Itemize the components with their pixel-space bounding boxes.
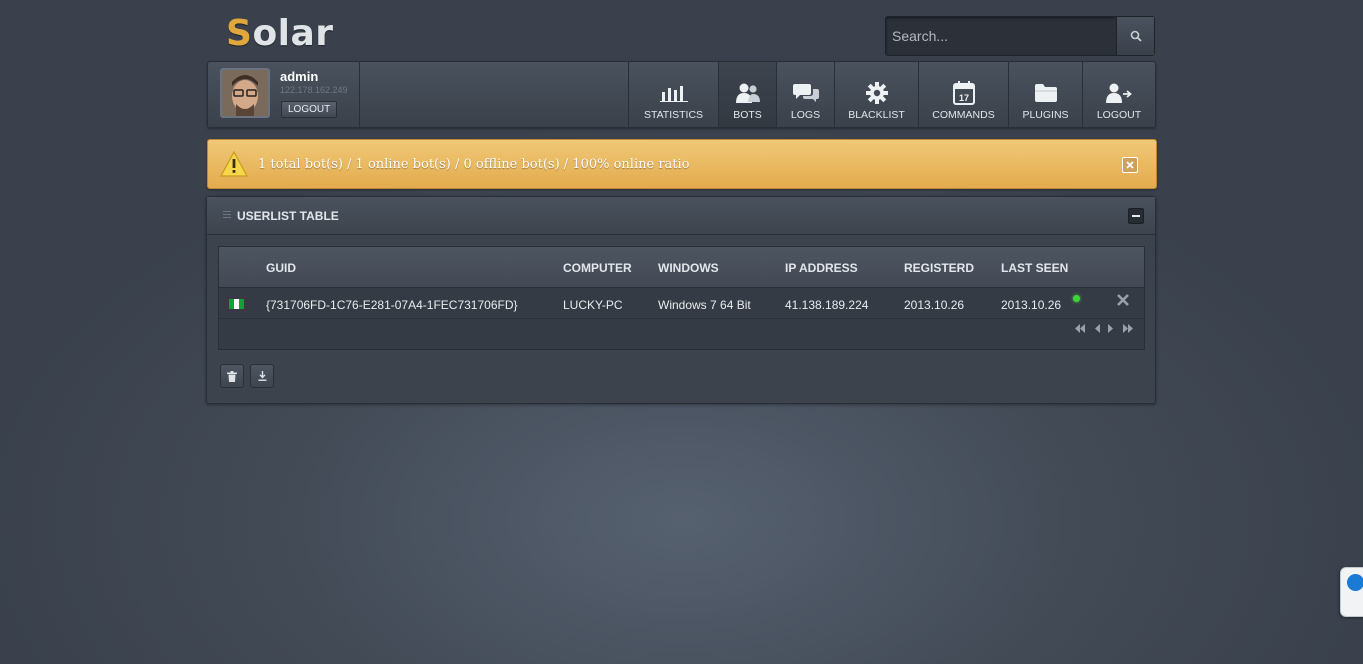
column-header-windows[interactable]: WINDOWS <box>658 261 719 275</box>
main-nav: STATISTICS BOTS LOGS BLACKLIST 17 COMMAN… <box>628 62 1155 127</box>
last-page-button[interactable] <box>1122 324 1134 333</box>
column-header-registered[interactable]: REGISTERD <box>904 261 974 275</box>
trash-icon <box>227 370 237 382</box>
users-icon <box>735 83 760 103</box>
cell-computer: LUCKY-PC <box>563 298 623 312</box>
user-logout-button[interactable]: LOGOUT <box>281 101 338 118</box>
avatar <box>220 68 270 118</box>
delete-row-icon[interactable] <box>1117 294 1129 306</box>
nav-label: BLACKLIST <box>848 109 905 121</box>
first-page-icon <box>1075 324 1085 333</box>
svg-text:17: 17 <box>958 93 968 103</box>
nav-label: BOTS <box>733 109 762 121</box>
pagination <box>1074 324 1134 333</box>
table-actions <box>220 364 274 388</box>
userlist-table: GUID COMPUTER WINDOWS IP ADDRESS REGISTE… <box>218 246 1145 350</box>
nav-label: LOGS <box>790 109 821 121</box>
alert-message: 1 total bot(s) / 1 online bot(s) / 0 off… <box>258 157 690 172</box>
cell-windows: Windows 7 64 Bit <box>658 298 751 312</box>
remote-support-widget[interactable] <box>1340 567 1363 617</box>
download-button[interactable] <box>250 364 274 388</box>
table-row[interactable]: {731706FD-1C76-E281-07A4-1FEC731706FD} L… <box>219 289 1144 319</box>
top-navigation-bar: admin 122.178.162.249 LOGOUT STATISTICS <box>207 61 1156 128</box>
alert-close-button[interactable] <box>1122 157 1138 173</box>
nav-label: PLUGINS <box>1022 109 1069 121</box>
nav-label: LOGOUT <box>1096 109 1142 121</box>
nav-label: STATISTICS <box>643 109 704 121</box>
nav-commands[interactable]: 17 COMMANDS <box>918 62 1008 127</box>
cell-last-seen: 2013.10.26 <box>1001 298 1062 312</box>
search-box <box>885 16 1155 56</box>
cell-registered: 2013.10.26 <box>904 298 965 312</box>
search-input[interactable] <box>886 17 1116 55</box>
delete-selected-button[interactable] <box>220 364 244 388</box>
search-icon <box>1130 30 1142 42</box>
nav-plugins[interactable]: PLUGINS <box>1008 62 1082 127</box>
panel-header: USERLIST TABLE <box>207 197 1155 235</box>
remote-support-icon <box>1347 574 1363 591</box>
user-name: admin <box>280 69 319 84</box>
gear-icon <box>865 82 888 104</box>
nav-label: COMMANDS <box>932 109 995 121</box>
user-ip: 122.178.162.249 <box>280 85 348 95</box>
search-button[interactable] <box>1116 17 1154 55</box>
userlist-panel: USERLIST TABLE GUID COMPUTER WINDOWS IP … <box>206 196 1156 404</box>
previous-page-icon <box>1095 324 1100 333</box>
chat-icon <box>792 84 819 102</box>
table-header: GUID COMPUTER WINDOWS IP ADDRESS REGISTE… <box>219 247 1144 288</box>
cell-ip-address: 41.138.189.224 <box>785 298 869 312</box>
warning-icon <box>220 151 248 177</box>
nav-statistics[interactable]: STATISTICS <box>628 62 718 127</box>
last-page-icon <box>1123 324 1133 333</box>
next-page-icon <box>1108 324 1113 333</box>
panel-title: USERLIST TABLE <box>237 209 339 223</box>
panel-collapse-button[interactable] <box>1128 208 1144 224</box>
close-icon <box>1126 161 1134 169</box>
column-header-ip-address[interactable]: IP ADDRESS <box>785 261 858 275</box>
status-alert: 1 total bot(s) / 1 online bot(s) / 0 off… <box>207 139 1157 189</box>
folder-icon <box>1034 84 1057 102</box>
bar-chart-icon <box>659 86 688 102</box>
user-logout-icon <box>1106 83 1132 103</box>
online-status-dot <box>1073 295 1080 302</box>
grip-icon <box>223 211 231 218</box>
calendar-icon: 17 <box>952 81 975 105</box>
previous-page-button[interactable] <box>1094 324 1100 333</box>
download-icon <box>258 371 266 381</box>
next-page-button[interactable] <box>1108 324 1114 333</box>
user-panel: admin 122.178.162.249 LOGOUT <box>208 62 360 127</box>
minus-icon <box>1132 215 1140 217</box>
nigeria-flag-icon <box>229 299 244 309</box>
nav-bots[interactable]: BOTS <box>718 62 776 127</box>
column-header-guid[interactable]: GUID <box>266 261 296 275</box>
cell-guid: {731706FD-1C76-E281-07A4-1FEC731706FD} <box>266 298 518 312</box>
nav-logout[interactable]: LOGOUT <box>1082 62 1155 127</box>
solar-logo: Solar <box>226 13 334 54</box>
nav-logs[interactable]: LOGS <box>776 62 834 127</box>
first-page-button[interactable] <box>1074 324 1086 333</box>
column-header-computer[interactable]: COMPUTER <box>563 261 632 275</box>
column-header-last-seen[interactable]: LAST SEEN <box>1001 261 1068 275</box>
nav-blacklist[interactable]: BLACKLIST <box>834 62 918 127</box>
